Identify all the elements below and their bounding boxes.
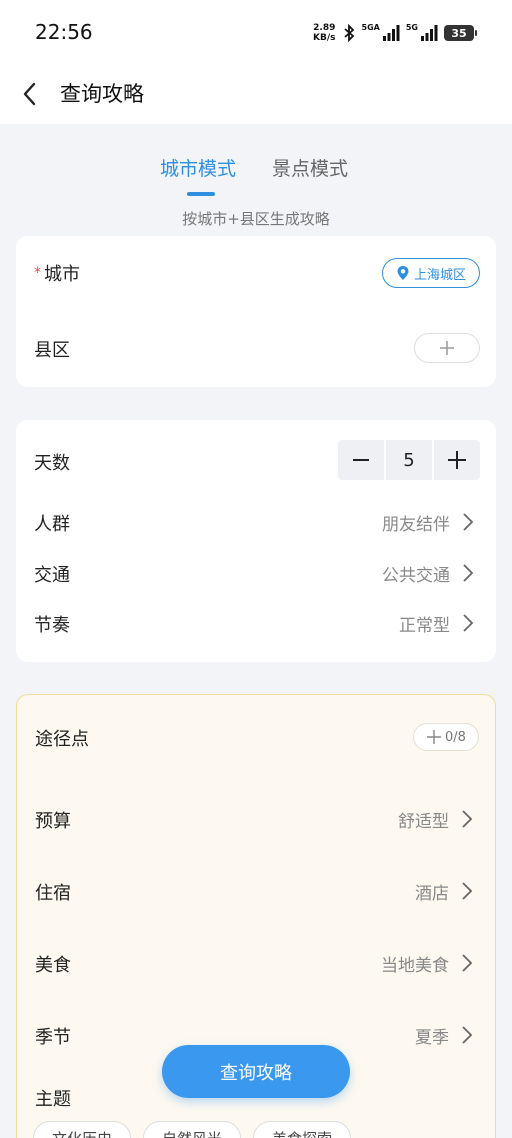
- required-mark: *: [34, 265, 41, 281]
- minus-icon: [353, 459, 369, 461]
- days-increment-button[interactable]: [434, 440, 480, 480]
- status-bar: 22:56 2.89 KB/s 5GA 5G 35: [0, 0, 512, 64]
- stay-label: 住宿: [35, 883, 71, 904]
- battery-icon: 35: [444, 25, 477, 41]
- budget-value: 舒适型: [398, 812, 449, 832]
- mode-subtitle: 按城市+县区生成攻略: [182, 210, 330, 228]
- days-decrement-button[interactable]: [338, 440, 384, 480]
- theme-label: 主题: [35, 1089, 71, 1110]
- tab-city-mode[interactable]: 城市模式: [160, 154, 236, 181]
- tab-spot-mode[interactable]: 景点模式: [272, 154, 348, 181]
- pace-value: 正常型: [399, 616, 450, 636]
- status-icons: 2.89 KB/s 5GA 5G 35: [313, 20, 477, 46]
- signal-icon: [382, 25, 400, 41]
- chevron-right-icon: [463, 513, 474, 531]
- days-stepper: 5: [338, 440, 480, 480]
- season-value: 夏季: [415, 1028, 449, 1048]
- page-title: 查询攻略: [60, 82, 144, 106]
- network-type-2: 5G: [405, 22, 418, 32]
- plus-icon: [448, 451, 466, 469]
- chevron-left-icon: [23, 82, 36, 106]
- signal-icon-2: [421, 25, 438, 41]
- location-pin-icon: [397, 266, 409, 280]
- district-label: 县区: [34, 340, 70, 361]
- theme-chip[interactable]: 文化历史: [33, 1121, 132, 1138]
- season-row[interactable]: 季节 夏季: [17, 1023, 495, 1048]
- crowd-label: 人群: [34, 514, 70, 535]
- transport-value: 公共交通: [382, 566, 450, 586]
- chevron-right-icon: [463, 564, 474, 582]
- trip-settings-card: 天数 5 人群 朋友结伴 交通 公共交通 节奏 正常型: [16, 420, 496, 662]
- query-guide-button[interactable]: 查询攻略: [162, 1045, 350, 1098]
- chevron-right-icon: [462, 882, 473, 900]
- food-row[interactable]: 美食 当地美食: [17, 951, 495, 976]
- back-button[interactable]: [16, 76, 48, 112]
- plus-icon: [427, 730, 442, 744]
- stay-value: 酒店: [415, 884, 449, 904]
- chevron-right-icon: [462, 1026, 473, 1044]
- budget-row[interactable]: 预算 舒适型: [17, 807, 495, 832]
- waypoint-count: 0/8: [445, 729, 466, 745]
- network-speed: 2.89 KB/s: [313, 23, 336, 43]
- add-waypoint-button[interactable]: 0/8: [413, 723, 479, 751]
- transport-row[interactable]: 交通 公共交通: [16, 561, 496, 586]
- food-value: 当地美食: [381, 956, 449, 976]
- city-value: 上海城区: [413, 267, 466, 283]
- city-label: * 城市: [34, 264, 80, 285]
- days-value[interactable]: 5: [386, 440, 432, 480]
- crowd-value: 朋友结伴: [382, 515, 450, 535]
- bluetooth-icon: [343, 24, 354, 42]
- days-label: 天数: [34, 453, 70, 474]
- season-label: 季节: [35, 1027, 71, 1048]
- location-card: * 城市 上海城区 县区: [16, 236, 496, 387]
- transport-label: 交通: [34, 565, 70, 586]
- chevron-right-icon: [463, 614, 474, 632]
- food-label: 美食: [35, 955, 71, 976]
- theme-chip[interactable]: 自然风光: [143, 1121, 242, 1138]
- app-header: 查询攻略: [0, 64, 512, 124]
- network-type-1: 5GA: [361, 22, 380, 32]
- budget-label: 预算: [35, 811, 71, 832]
- city-location-chip[interactable]: 上海城区: [382, 258, 480, 288]
- theme-chip[interactable]: 美食探索: [253, 1121, 352, 1138]
- chevron-right-icon: [462, 954, 473, 972]
- plus-icon: [440, 341, 454, 355]
- pace-row[interactable]: 节奏 正常型: [16, 611, 496, 636]
- crowd-row[interactable]: 人群 朋友结伴: [16, 510, 496, 535]
- waypoint-label: 途径点: [35, 729, 89, 750]
- pace-label: 节奏: [34, 615, 70, 636]
- theme-chip-list: 文化历史 自然风光 美食探索: [33, 1121, 352, 1138]
- status-time: 22:56: [35, 20, 93, 44]
- stay-row[interactable]: 住宿 酒店: [17, 879, 495, 904]
- active-tab-indicator: [187, 192, 215, 196]
- add-district-button[interactable]: [414, 333, 480, 363]
- chevron-right-icon: [462, 810, 473, 828]
- mode-tabs: 城市模式 景点模式: [0, 154, 512, 200]
